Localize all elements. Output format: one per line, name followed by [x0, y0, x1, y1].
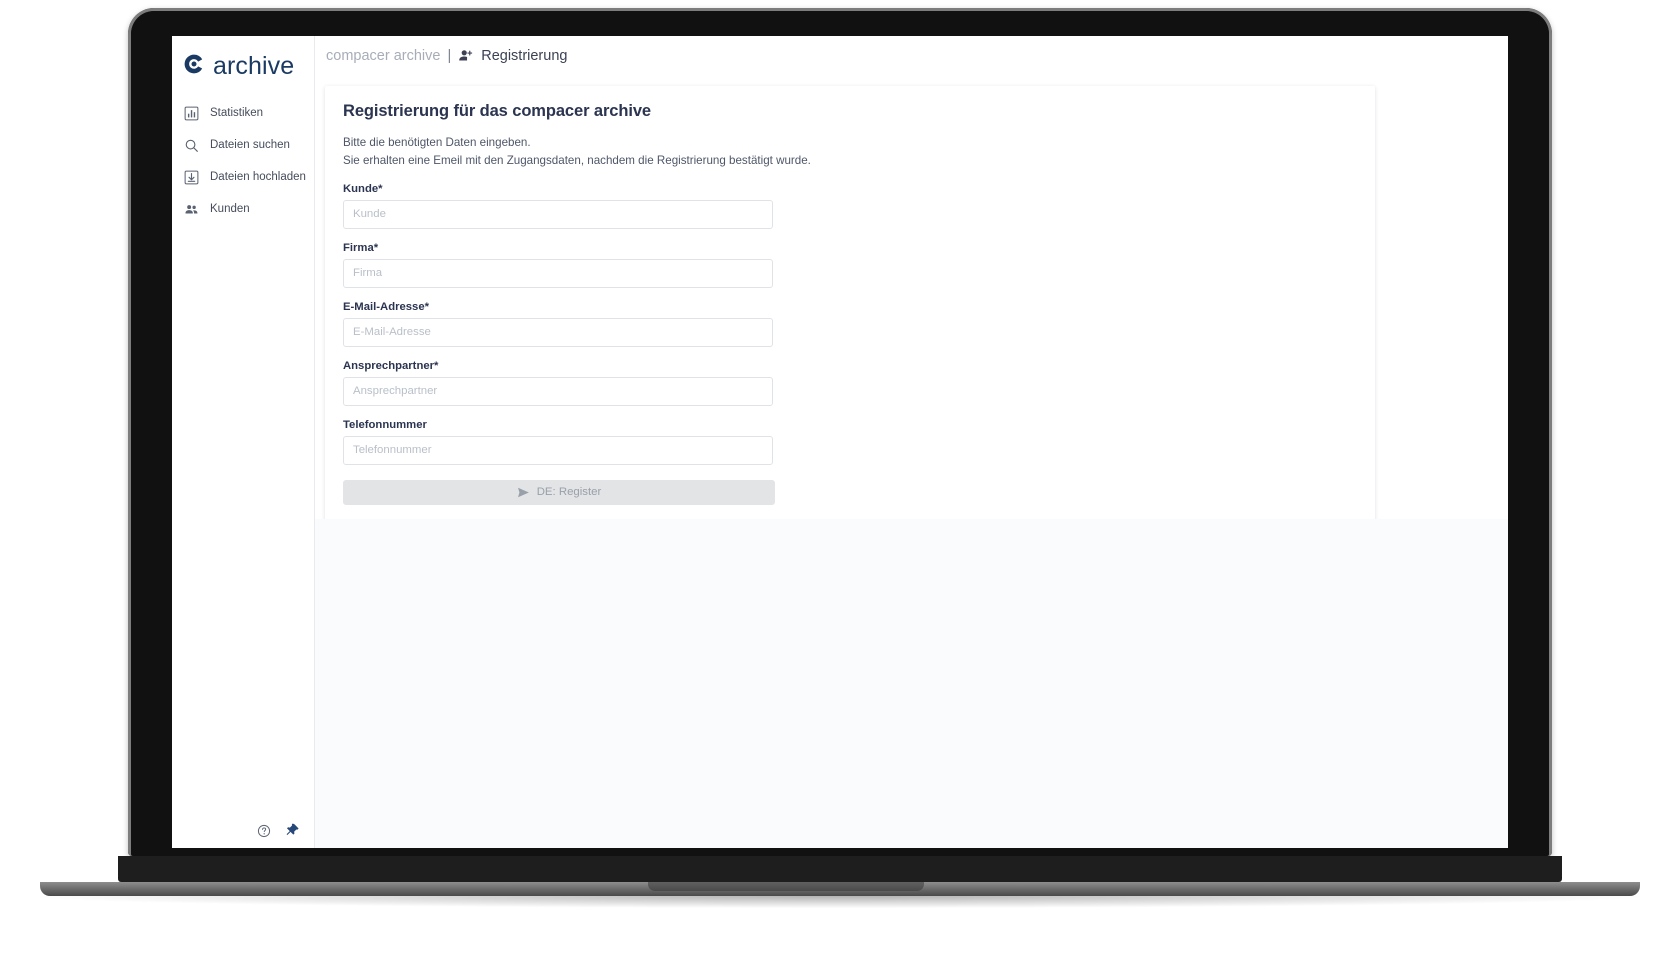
field-label-kunde: Kunde* [343, 182, 383, 195]
ansprechpartner-input[interactable] [343, 376, 773, 406]
brand-logo[interactable]: archive [172, 36, 314, 95]
telefonnummer-input[interactable] [343, 435, 773, 465]
register-button[interactable]: DE: Register [343, 479, 775, 505]
field-ansprechpartner: Ansprechpartner* [343, 360, 1357, 406]
field-label-firma: Firma* [343, 241, 379, 254]
laptop-deck-bezel [118, 856, 1562, 882]
sidebar-item-label: Dateien suchen [210, 139, 290, 151]
field-label-ansprechpartner: Ansprechpartner* [343, 359, 439, 372]
send-icon [517, 486, 530, 499]
sidebar-item-dateien-hochladen[interactable]: Dateien hochladen [172, 161, 314, 193]
breadcrumb-page-title: Registrierung [481, 48, 568, 64]
firma-input[interactable] [343, 258, 773, 288]
intro-text-line-2: Sie erhalten eine Emeil mit den Zugangsd… [343, 153, 811, 167]
search-icon [183, 137, 199, 153]
sidebar-item-statistiken[interactable]: Statistiken [172, 97, 314, 129]
download-box-icon [183, 169, 199, 185]
field-label-telefonnummer: Telefonnummer [343, 418, 427, 431]
field-telefonnummer: Telefonnummer [343, 419, 1357, 465]
sidebar: archive Statistiken Dateien suchen Datei… [172, 36, 315, 848]
laptop-base-notch [648, 882, 924, 891]
kunde-input[interactable] [343, 199, 773, 229]
field-label-email: E-Mail-Adresse* [343, 300, 430, 313]
compacer-c-logo-icon [182, 52, 206, 81]
laptop-mockup: archive Statistiken Dateien suchen Datei… [0, 0, 1680, 978]
breadcrumb-separator: | [447, 48, 452, 64]
sidebar-item-dateien-suchen[interactable]: Dateien suchen [172, 129, 314, 161]
register-button-label: DE: Register [536, 486, 602, 499]
content-area: Registrierung für das compacer archive B… [315, 76, 1508, 848]
field-kunde: Kunde* [343, 183, 1357, 229]
sidebar-item-label: Kunden [210, 203, 250, 215]
registration-card: Registrierung für das compacer archive B… [325, 86, 1375, 523]
sidebar-item-label: Dateien hochladen [210, 171, 306, 183]
breadcrumb: compacer archive | Registrierung [315, 36, 1508, 76]
breadcrumb-app-name[interactable]: compacer archive [326, 48, 440, 64]
main-region: compacer archive | Registrierung Registr… [315, 36, 1508, 848]
field-email: E-Mail-Adresse* [343, 301, 1357, 347]
sidebar-item-label: Statistiken [210, 107, 264, 119]
page-title: Registrierung für das compacer archive [343, 102, 651, 120]
bar-chart-icon [183, 105, 199, 121]
screen-bezel-highlight [3, 3, 21, 848]
help-circle-icon[interactable] [257, 824, 271, 838]
laptop-drop-shadow [40, 896, 1640, 908]
sidebar-nav: Statistiken Dateien suchen Dateien hochl… [172, 95, 314, 225]
users-icon [183, 201, 199, 217]
intro-text-line-1: Bitte die benötigten Daten eingeben. [343, 136, 531, 149]
person-add-icon [458, 48, 474, 64]
brand-name: archive [213, 52, 295, 80]
email-input[interactable] [343, 317, 773, 347]
sidebar-footer [172, 823, 314, 848]
sidebar-item-kunden[interactable]: Kunden [172, 193, 314, 225]
screen-viewport: archive Statistiken Dateien suchen Datei… [172, 36, 1508, 848]
page-background-filler [315, 519, 1508, 848]
pin-icon[interactable] [285, 823, 300, 838]
field-firma: Firma* [343, 242, 1357, 288]
archive-app: archive Statistiken Dateien suchen Datei… [172, 36, 1508, 848]
